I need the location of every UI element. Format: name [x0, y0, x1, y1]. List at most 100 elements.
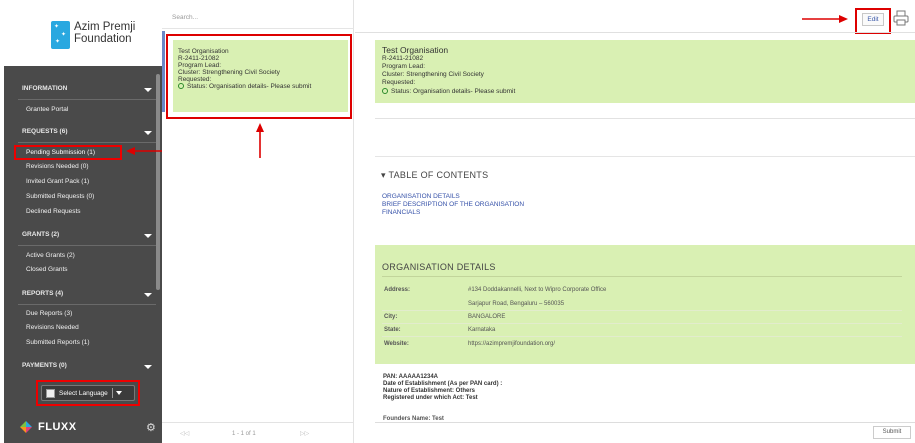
city-value: BANGALORE — [468, 314, 506, 320]
section-title: REQUESTS (6) — [22, 128, 68, 135]
state-value: Karnataka — [468, 327, 496, 333]
summary-footer — [375, 103, 915, 119]
section-requests[interactable]: REQUESTS (6) — [4, 126, 156, 140]
section-payments[interactable]: PAYMENTS (0) — [4, 360, 156, 374]
sidebar-item-revisions-needed-reports[interactable]: Revisions Needed — [26, 324, 79, 331]
address-line2: Sarjapur Road, Bengaluru – 560035 — [468, 301, 565, 307]
website-value[interactable]: https://azimpremjifoundation.org/ — [468, 341, 555, 347]
summary-requested: Requested: — [382, 79, 416, 86]
sidebar-scrollbar[interactable] — [156, 74, 160, 290]
card-status-text: Status: Organisation details- Please sub… — [187, 83, 312, 90]
pan-number: PAN: AAAAA1234A — [383, 374, 439, 380]
sidebar-item-revisions-needed[interactable]: Revisions Needed (0) — [26, 163, 89, 170]
section-grants[interactable]: GRANTS (2) — [4, 229, 156, 243]
table-of-contents: ▾ TABLE OF CONTENTS ORGANISATION DETAILS… — [375, 156, 915, 232]
search-input[interactable]: Search... — [172, 14, 198, 21]
toc-link-organisation-details[interactable]: ORGANISATION DETAILS — [382, 193, 460, 200]
city-label: City: — [384, 314, 398, 320]
list-selection-accent — [162, 31, 165, 112]
summary-program-lead: Program Lead: — [382, 63, 425, 70]
summary-cluster: Cluster: Strengthening Civil Society — [382, 71, 484, 78]
request-list: Search... Test Organisation R-2411-21082… — [162, 0, 354, 443]
gear-icon[interactable]: ⚙ — [146, 421, 156, 434]
request-summary: Test Organisation R-2411-21082 Program L… — [375, 40, 915, 103]
section-reports[interactable]: REPORTS (4) — [4, 288, 156, 302]
card-requested: Requested: — [178, 76, 212, 83]
registered-act: Registered under which Act: Test — [383, 395, 478, 401]
divider — [18, 142, 156, 143]
select-language-button[interactable]: Select Language — [41, 385, 135, 401]
establishment-date: Date of Establishment (As per PAN card) … — [383, 381, 503, 387]
divider — [382, 323, 902, 324]
summary-status: Status: Organisation details- Please sub… — [382, 88, 515, 95]
summary-status-text: Status: Organisation details- Please sub… — [391, 88, 516, 95]
section-title: REPORTS (4) — [22, 290, 64, 297]
pager-first-button[interactable]: ◁◁ — [180, 430, 189, 437]
detail-pane: Edit Test Organisation R-2411-21082 Prog… — [355, 0, 915, 443]
foundation-logo[interactable]: ✦ ✦ ✦ Azim Premji Foundation — [4, 2, 162, 66]
card-org-name: Test Organisation — [178, 48, 229, 55]
sidebar-item-invited-grant-pack[interactable]: Invited Grant Pack (1) — [26, 178, 89, 185]
section-title: GRANTS (2) — [22, 231, 60, 238]
divider — [18, 245, 156, 246]
edit-highlight: Edit — [855, 8, 891, 34]
section-title: PAYMENTS (0) — [22, 362, 67, 369]
list-item[interactable]: Test Organisation R-2411-21082 Program L… — [173, 40, 348, 112]
address-line1: #134 Doddakannelli, Next to Wipro Corpor… — [468, 287, 607, 293]
chevron-down-icon — [144, 88, 152, 92]
sidebar-item-active-grants[interactable]: Active Grants (2) — [26, 252, 75, 259]
divider — [382, 336, 902, 337]
divider — [162, 422, 354, 423]
chevron-down-icon — [144, 293, 152, 297]
select-language-label: Select Language — [59, 390, 108, 397]
edit-button[interactable]: Edit — [862, 13, 884, 26]
foundation-logo-icon: ✦ ✦ ✦ — [51, 21, 70, 49]
website-label: Website: — [384, 341, 409, 347]
section-title: INFORMATION — [22, 85, 68, 92]
print-icon[interactable] — [893, 10, 909, 26]
divider — [112, 388, 113, 398]
language-highlight: Select Language — [36, 380, 140, 406]
org-name-line1: Azim Premji — [74, 21, 136, 33]
sidebar-item-pending-submission[interactable]: Pending Submission (1) — [26, 149, 95, 156]
org-name-line2: Foundation — [74, 33, 132, 45]
status-icon — [382, 88, 388, 94]
chevron-down-icon — [144, 365, 152, 369]
establishment-nature: Nature of Establishment: Others — [383, 388, 476, 394]
card-request-id: R-2411-21082 — [178, 55, 220, 62]
section-title: ORGANISATION DETAILS — [382, 262, 496, 272]
state-label: State: — [384, 327, 401, 333]
card-status: Status: Organisation details- Please sub… — [178, 83, 311, 90]
fluxx-brand: FLUXX — [38, 421, 77, 433]
chevron-down-icon — [144, 234, 152, 238]
submit-button[interactable]: Submit — [873, 426, 911, 439]
status-icon — [178, 83, 184, 89]
toc-title[interactable]: ▾ TABLE OF CONTENTS — [381, 170, 488, 181]
toc-link-financials[interactable]: FINANCIALS — [382, 209, 420, 216]
sidebar-item-declined-requests[interactable]: Declined Requests — [26, 208, 81, 215]
divider — [18, 304, 156, 305]
sidebar-item-submitted-requests[interactable]: Submitted Requests (0) — [26, 193, 94, 200]
card-program-lead: Program Lead: — [178, 62, 221, 69]
sidebar: ✦ ✦ ✦ Azim Premji Foundation INFORMATION G… — [4, 2, 162, 443]
sidebar-item-submitted-reports[interactable]: Submitted Reports (1) — [26, 339, 90, 346]
sidebar-item-closed-grants[interactable]: Closed Grants — [26, 266, 68, 273]
fluxx-logo-icon — [20, 421, 32, 433]
card-cluster: Cluster: Strengthening Civil Society — [178, 69, 280, 76]
fluxx-footer: FLUXX ⚙ — [4, 417, 162, 443]
summary-org-name: Test Organisation — [382, 45, 449, 55]
pager-last-button[interactable]: ▷▷ — [300, 430, 309, 437]
sidebar-item-due-reports[interactable]: Due Reports (3) — [26, 310, 72, 317]
section-information[interactable]: INFORMATION — [4, 83, 156, 97]
chevron-down-icon — [144, 131, 152, 135]
divider — [382, 310, 902, 311]
divider — [355, 32, 915, 33]
toc-link-brief-description[interactable]: BRIEF DESCRIPTION OF THE ORGANISATION — [382, 201, 524, 208]
chevron-down-icon — [116, 391, 122, 395]
detail-footer — [375, 423, 915, 443]
divider — [382, 276, 902, 277]
divider — [162, 28, 354, 29]
sidebar-item-grantee-portal[interactable]: Grantee Portal — [26, 106, 68, 113]
divider — [18, 99, 156, 100]
pager-count: 1 - 1 of 1 — [232, 431, 256, 437]
